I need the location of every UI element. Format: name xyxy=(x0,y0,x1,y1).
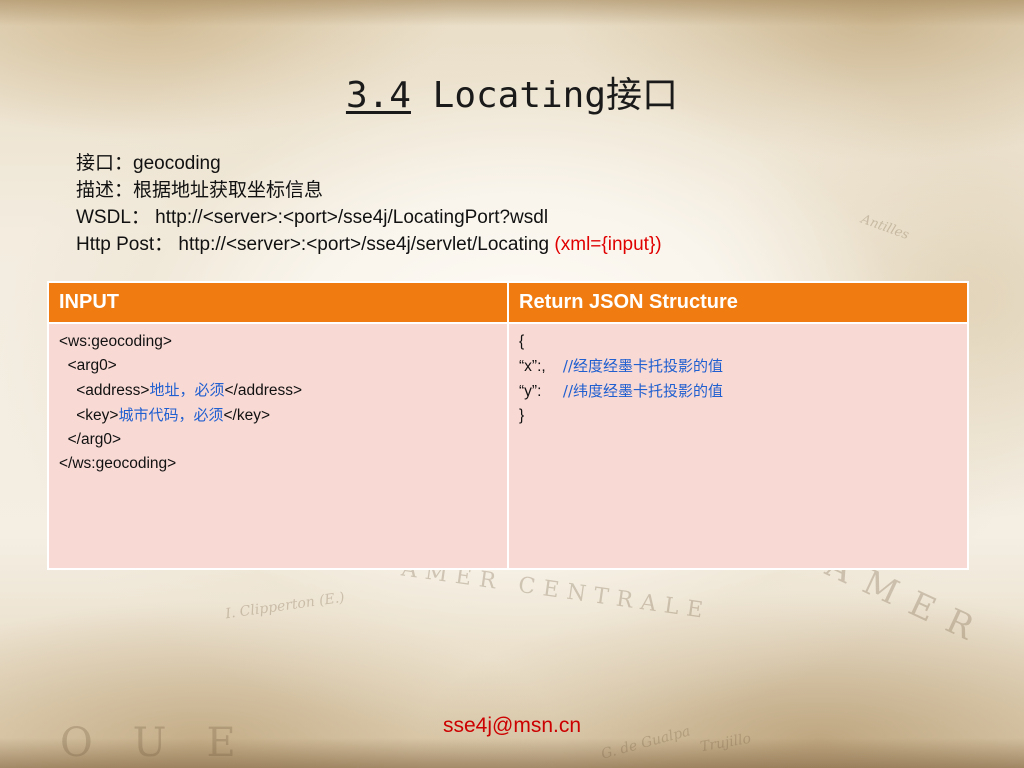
output-line: { xyxy=(519,333,525,350)
input-line: <ws:geocoding> xyxy=(59,333,172,350)
header-input: INPUT xyxy=(47,281,509,324)
title-number: 3.4 xyxy=(345,75,411,116)
output-line: “x”:, //经度经墨卡托投影的值 xyxy=(519,357,724,375)
http-post-url: Http Post： http://<server>:<port>/sse4j/… xyxy=(76,234,550,255)
input-line: </arg0> xyxy=(59,431,122,448)
input-line: <key>城市代码，必须</key> xyxy=(59,406,270,424)
table-row: <ws:geocoding> <arg0> <address>地址，必须</ad… xyxy=(47,322,969,570)
api-table: INPUT Return JSON Structure <ws:geocodin… xyxy=(47,281,969,570)
interface-name: 接口：geocoding xyxy=(76,153,221,174)
output-line: “y”: //纬度经墨卡托投影的值 xyxy=(519,382,724,400)
title-text: Locating接口 xyxy=(410,75,679,116)
slide-title: 3.4 Locating接口 xyxy=(0,70,1024,122)
table-header-row: INPUT Return JSON Structure xyxy=(47,281,969,324)
wsdl-url: WSDL： http://<server>:<port>/sse4j/Locat… xyxy=(76,207,549,228)
http-post-row: Http Post： http://<server>:<port>/sse4j/… xyxy=(76,231,662,258)
header-return-json: Return JSON Structure xyxy=(507,281,969,324)
http-post-param: (xml={input}) xyxy=(554,234,662,255)
input-line: <address>地址，必须</address> xyxy=(59,381,303,399)
interface-description: 描述：根据地址获取坐标信息 xyxy=(76,180,324,201)
interface-info: 接口：geocoding 描述：根据地址获取坐标信息 WSDL： http://… xyxy=(76,150,662,258)
background-top-band xyxy=(0,0,1024,26)
input-cell: <ws:geocoding> <arg0> <address>地址，必须</ad… xyxy=(47,322,509,570)
footer-email: sse4j@msn.cn xyxy=(442,714,582,737)
input-line: </ws:geocoding> xyxy=(59,455,177,472)
output-cell: { “x”:, //经度经墨卡托投影的值 “y”: //纬度经墨卡托投影的值 } xyxy=(507,322,969,570)
output-line: } xyxy=(519,407,525,424)
input-line: <arg0> xyxy=(59,357,117,374)
